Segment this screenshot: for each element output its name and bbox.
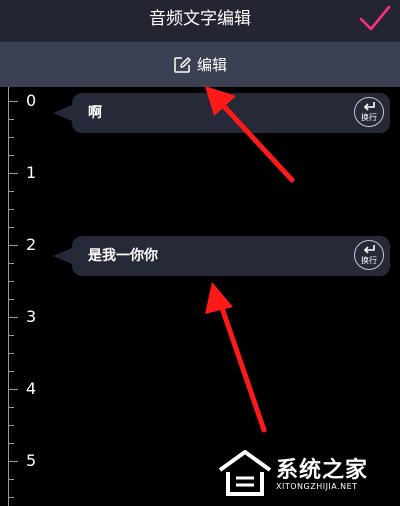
return-arrow-icon — [363, 245, 375, 254]
edit-label: 编辑 — [196, 56, 227, 74]
ruler-minor-tick — [8, 227, 14, 228]
newline-label: 换行 — [361, 256, 377, 265]
ruler-label: 0 — [26, 91, 37, 110]
ruler-minor-tick — [8, 443, 14, 444]
ruler-minor-tick — [8, 281, 14, 282]
edit-icon — [174, 56, 191, 73]
annotation-arrow-segment — [205, 282, 267, 433]
watermark-logo: 系统之家 XITONGZHIJIA.NET — [214, 448, 394, 500]
ruler-minor-tick — [8, 497, 14, 498]
timeline-ruler: 0 1 2 3 4 5 — [0, 87, 45, 506]
ruler-major-tick — [8, 461, 18, 462]
top-bar: 音频文字编辑 — [0, 0, 400, 42]
ruler-minor-tick — [8, 263, 14, 264]
ruler-label: 5 — [26, 451, 37, 470]
ruler-major-tick — [8, 173, 18, 174]
ruler-label: 4 — [26, 379, 37, 398]
ruler-minor-tick — [8, 209, 14, 210]
ruler-minor-tick — [8, 335, 14, 336]
ruler-minor-tick — [8, 407, 14, 408]
watermark-url: XITONGZHIJIA.NET — [276, 482, 358, 491]
ruler-major-tick — [8, 389, 18, 390]
subtitle-segment[interactable]: 啊 换行 — [53, 93, 390, 133]
newline-label: 换行 — [361, 113, 377, 122]
house-logo-icon — [218, 450, 272, 496]
ruler-minor-tick — [8, 479, 14, 480]
subtitle-segment[interactable]: 是我一你你 换行 — [53, 236, 390, 276]
ruler-minor-tick — [8, 353, 14, 354]
newline-button[interactable]: 换行 — [354, 97, 384, 127]
watermark-brand: 系统之家 — [276, 458, 369, 483]
ruler-minor-tick — [8, 119, 14, 120]
confirm-button[interactable] — [358, 4, 392, 34]
segment-text: 是我一你你 — [88, 248, 158, 264]
ruler-minor-tick — [8, 155, 14, 156]
ruler-label: 2 — [26, 235, 37, 254]
edit-button[interactable]: 编辑 — [0, 42, 400, 87]
ruler-label: 1 — [26, 163, 37, 182]
newline-button[interactable]: 换行 — [354, 240, 384, 270]
ruler-minor-tick — [8, 191, 14, 192]
audio-text-editor-screen: 音频文字编辑 编辑 0 1 2 3 4 5 啊 换行 是我一你你 换行 系统之家… — [0, 0, 400, 506]
ruler-major-tick — [8, 245, 18, 246]
checkmark-icon — [359, 5, 391, 31]
page-title: 音频文字编辑 — [149, 9, 251, 29]
ruler-minor-tick — [8, 371, 14, 372]
ruler-major-tick — [8, 317, 18, 318]
ruler-minor-tick — [8, 425, 14, 426]
segment-text: 啊 — [88, 105, 102, 121]
ruler-minor-tick — [8, 137, 14, 138]
ruler-major-tick — [8, 101, 18, 102]
ruler-minor-tick — [8, 299, 14, 300]
return-arrow-icon — [363, 102, 375, 111]
ruler-label: 3 — [26, 307, 37, 326]
